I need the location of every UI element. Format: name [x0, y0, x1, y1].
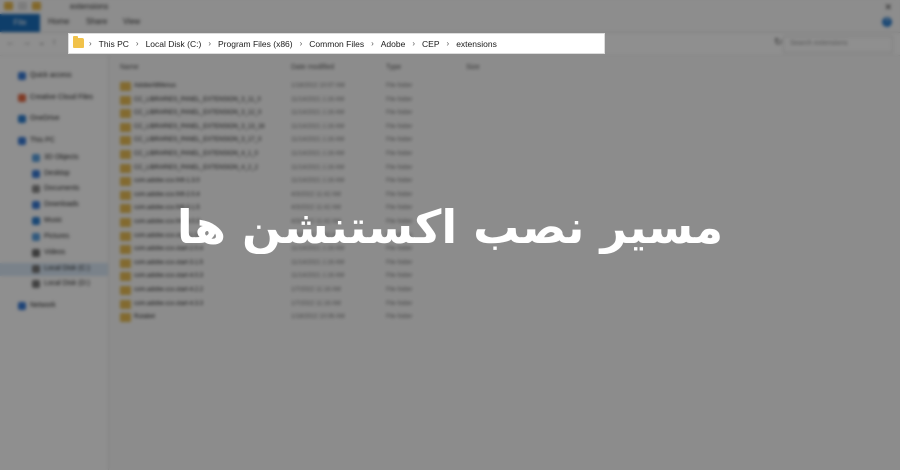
chevron-right-icon[interactable]: ›: [300, 39, 303, 48]
breadcrumb: › This PC › Local Disk (C:) › Program Files (…: [89, 34, 497, 53]
page-title: مسیر نصب اکستنشن ها: [176, 200, 724, 254]
breadcrumb-segment[interactable]: CEP: [422, 39, 439, 49]
breadcrumb-segment[interactable]: Adobe: [381, 39, 406, 49]
breadcrumb-segment[interactable]: Local Disk (C:): [146, 39, 202, 49]
breadcrumb-segment[interactable]: Program Files (x86): [218, 39, 293, 49]
chevron-right-icon[interactable]: ›: [208, 39, 211, 48]
chevron-right-icon[interactable]: ›: [447, 39, 450, 48]
chevron-right-icon[interactable]: ›: [412, 39, 415, 48]
chevron-right-icon[interactable]: ›: [136, 39, 139, 48]
address-bar[interactable]: › This PC › Local Disk (C:) › Program Files (…: [68, 33, 605, 54]
breadcrumb-segment[interactable]: extensions: [456, 39, 497, 49]
folder-icon: [73, 36, 84, 48]
chevron-right-icon[interactable]: ›: [89, 39, 92, 48]
breadcrumb-segment[interactable]: This PC: [99, 39, 129, 49]
breadcrumb-segment[interactable]: Common Files: [309, 39, 364, 49]
chevron-right-icon[interactable]: ›: [371, 39, 374, 48]
